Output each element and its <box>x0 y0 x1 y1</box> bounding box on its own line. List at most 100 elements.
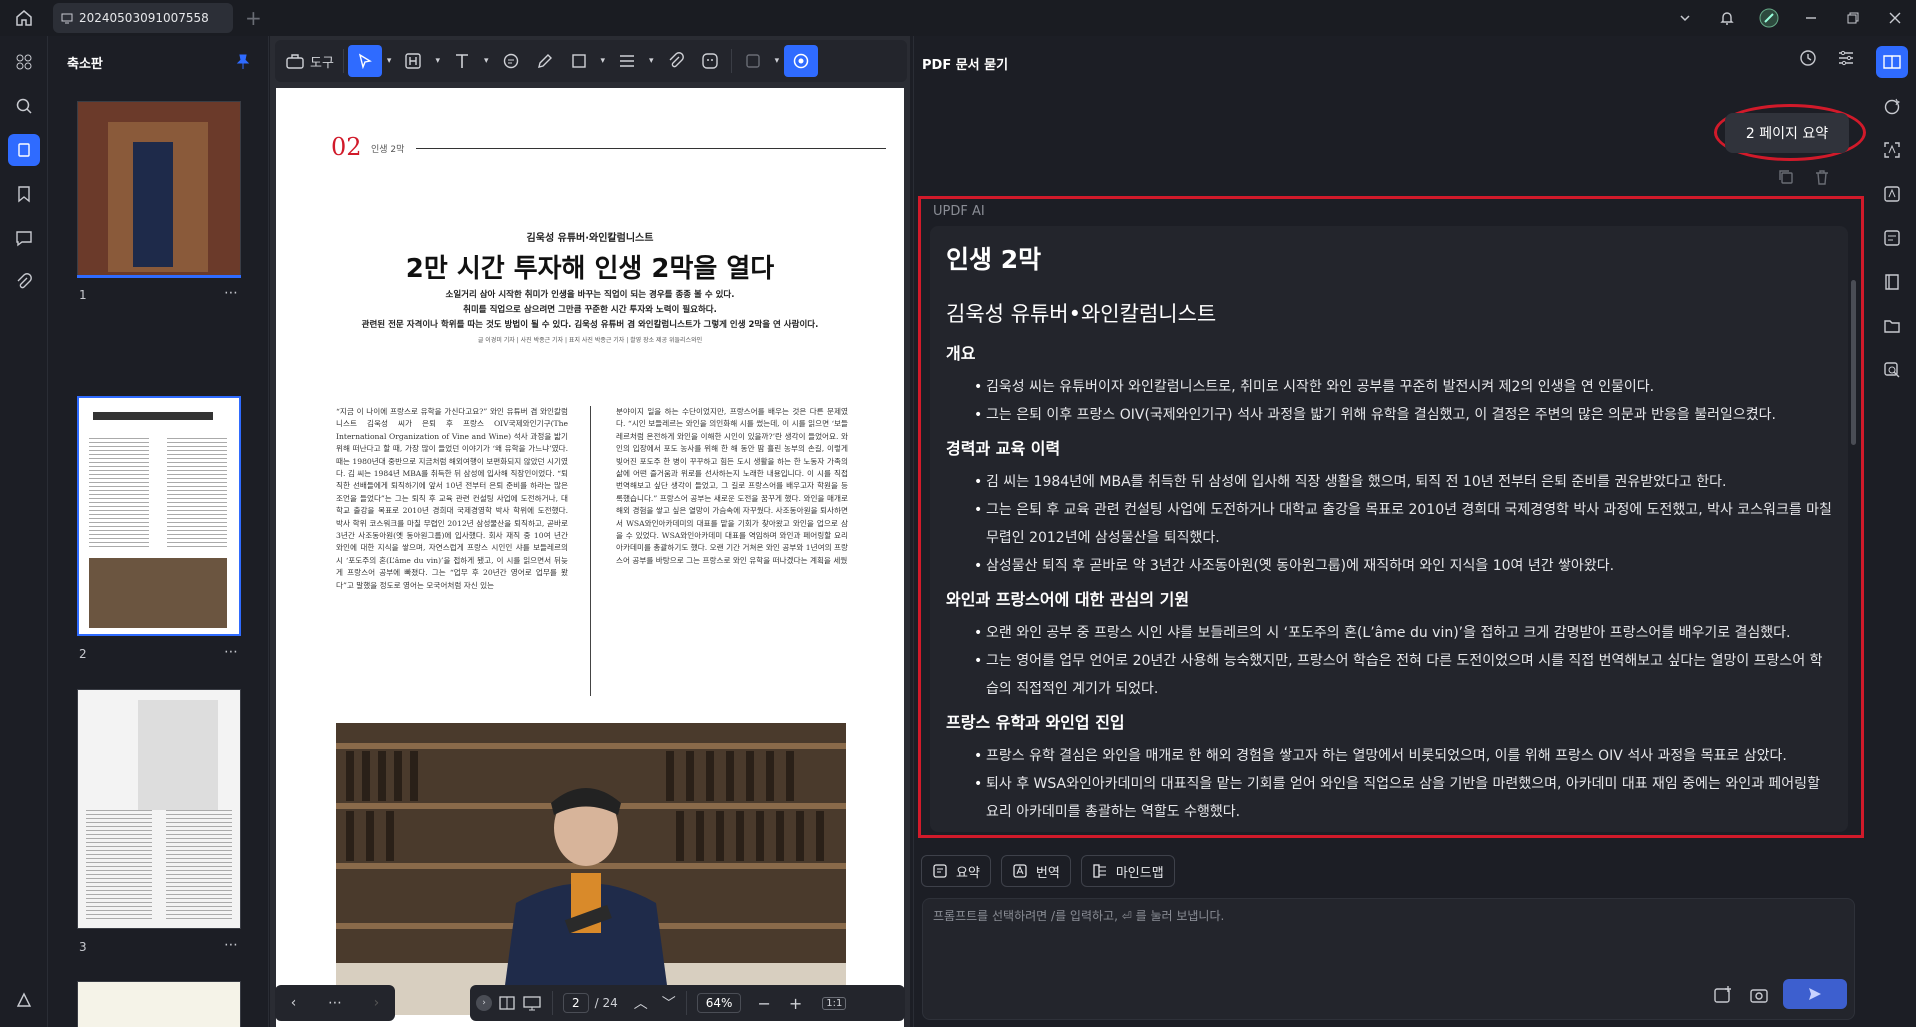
header-rule <box>416 148 886 149</box>
book-icon[interactable] <box>1868 260 1916 304</box>
right-sidebar <box>1868 36 1916 1027</box>
zoom-out-icon[interactable]: − <box>757 994 770 1013</box>
settings-sliders-icon[interactable] <box>1834 46 1858 70</box>
select-tool[interactable] <box>347 45 382 77</box>
trash-icon[interactable] <box>1813 168 1831 186</box>
history-icon[interactable] <box>1796 46 1820 70</box>
list-item: 오랜 와인 공부 중 프랑스 시인 샤를 보들레르의 시 ‘포도주의 혼(L’â… <box>974 619 1832 647</box>
summary-heading: 인생 2막 <box>946 245 1042 274</box>
page-number: 2 <box>79 647 87 661</box>
chevron-down-icon[interactable]: ▾ <box>382 45 397 77</box>
highlight-tool[interactable] <box>396 45 430 77</box>
edit-toolbar: 도구 ▾ ▾ ▾ ▾ ▾ ▾ <box>275 40 907 82</box>
pin-icon[interactable] <box>236 54 250 70</box>
document-tab[interactable]: 20240503091007558 <box>53 3 233 33</box>
bell-icon[interactable] <box>1706 0 1748 36</box>
translate-icon[interactable] <box>1868 172 1916 216</box>
prompt-input[interactable]: 프롬프트를 선택하려면 /를 입력하고, ⏎ 를 눌러 보냅니다. <box>922 898 1855 1020</box>
send-button[interactable] <box>1783 979 1847 1009</box>
pencil-icon <box>537 54 552 68</box>
save-icon <box>745 54 760 68</box>
more-options-icon[interactable]: ⋯ <box>224 937 239 953</box>
summary-subheading: 김욱성 유튜버•와인칼럼니스트 <box>946 302 1217 326</box>
image-upload-icon[interactable] <box>1713 985 1733 1005</box>
page-thumbnail-4[interactable] <box>77 981 241 1027</box>
presentation-icon[interactable] <box>522 995 542 1011</box>
page-total: / 24 <box>594 996 618 1010</box>
thumbnails-icon[interactable] <box>0 128 48 172</box>
list-item: 그는 은퇴 후 교육 관련 컨설팅 사업에 도전하거나 대학교 출강을 목표로 … <box>974 496 1832 552</box>
minimize-icon[interactable] <box>1790 0 1832 36</box>
chevron-right-icon[interactable]: › <box>374 995 380 1011</box>
ocr-icon[interactable] <box>1868 128 1916 172</box>
comment-tool[interactable] <box>494 45 528 77</box>
ai-sparkle-icon[interactable] <box>1868 84 1916 128</box>
chevron-down-icon[interactable]: ▾ <box>596 45 611 77</box>
more-options-icon[interactable]: ⋯ <box>328 995 342 1011</box>
send-icon <box>1809 988 1821 1000</box>
more-options-icon[interactable]: ⋯ <box>224 644 239 660</box>
chevron-left-icon[interactable]: ‹ <box>291 995 297 1011</box>
shape-tool[interactable] <box>562 45 596 77</box>
inspect-icon[interactable] <box>1868 348 1916 392</box>
translate-chip[interactable]: 번역 <box>1000 855 1071 887</box>
home-icon[interactable] <box>0 0 48 36</box>
list-item: 퇴사 후 WSA와인아카데미의 대표직을 맡는 기회를 얻어 와인을 직업으로 … <box>974 770 1832 826</box>
scrollbar[interactable] <box>1851 280 1856 445</box>
previous-page-icon[interactable]: ︿ <box>634 993 648 1013</box>
folder-icon[interactable] <box>1868 304 1916 348</box>
page-number-input[interactable]: 2 <box>563 993 589 1013</box>
page-thumbnail-2[interactable] <box>77 396 241 636</box>
summarize-icon <box>933 864 947 878</box>
add-tab-button[interactable]: + <box>245 6 262 30</box>
page-thumbnail-1[interactable] <box>77 101 241 276</box>
text-tool[interactable] <box>445 45 479 77</box>
copy-icon[interactable] <box>1777 168 1795 186</box>
chevron-down-icon[interactable] <box>1664 0 1706 36</box>
ai-chat-icon[interactable] <box>1868 40 1916 84</box>
ai-assistant-tool[interactable] <box>784 45 819 77</box>
summarize-chip[interactable]: 요약 <box>921 855 991 887</box>
mindmap-icon <box>1093 864 1106 878</box>
panel-title: PDF 문서 묻기 <box>922 58 1009 73</box>
collapse-icon[interactable]: › <box>476 995 492 1011</box>
list-item: 그는 은퇴 이후 프랑스 OIV(국제와인기구) 석사 과정을 밟기 위해 유학… <box>974 401 1832 429</box>
attach-tool[interactable] <box>659 45 693 77</box>
page-thumbnail-3[interactable] <box>77 689 241 929</box>
zoom-in-icon[interactable]: + <box>789 994 802 1013</box>
text-icon <box>455 54 468 68</box>
layers-icon[interactable] <box>0 978 48 1022</box>
attachment-icon[interactable] <box>0 260 48 304</box>
form-fill-icon[interactable] <box>1868 216 1916 260</box>
thumbnail-panel-title: 축소판 <box>67 56 103 72</box>
pdf-page: 02 인생 2막 김욱성 유튜버·와인칼럼니스트 2만 시간 투자해 인생 2막… <box>276 88 904 1027</box>
pencil-tool[interactable] <box>528 45 562 77</box>
chevron-down-icon[interactable]: ▾ <box>430 45 445 77</box>
more-options-icon[interactable]: ⋯ <box>224 285 239 301</box>
sticker-tool[interactable] <box>693 45 727 77</box>
close-icon[interactable] <box>1874 0 1916 36</box>
search-icon[interactable] <box>0 84 48 128</box>
form-tool[interactable] <box>610 45 644 77</box>
save-tool[interactable] <box>736 45 770 77</box>
zoom-level[interactable]: 64% <box>696 993 742 1013</box>
comment-icon[interactable] <box>0 216 48 260</box>
next-page-icon[interactable]: ﹀ <box>662 993 676 1013</box>
restore-icon[interactable] <box>1832 0 1874 36</box>
chevron-down-icon[interactable]: ▾ <box>479 45 494 77</box>
ai-response: 인생 2막 김욱성 유튜버•와인칼럼니스트 개요 김욱성 씨는 유튜버이자 와인… <box>930 226 1848 832</box>
chevron-down-icon[interactable]: ▾ <box>770 45 785 77</box>
bookmark-icon[interactable] <box>0 172 48 216</box>
page-layout-icon[interactable] <box>498 995 516 1011</box>
grid-icon[interactable] <box>0 40 48 84</box>
tools-button[interactable]: 도구 <box>281 45 339 77</box>
tab-title: 20240503091007558 <box>79 11 209 25</box>
avatar[interactable] <box>1748 0 1790 36</box>
actual-size-button[interactable]: 1:1 <box>822 996 847 1010</box>
page-summary-button[interactable]: 2 페이지 요약 <box>1725 113 1849 153</box>
left-sidebar <box>0 36 48 1027</box>
screenshot-icon[interactable] <box>1749 985 1769 1005</box>
mindmap-chip[interactable]: 마인드맵 <box>1080 855 1175 887</box>
ai-icon <box>793 53 809 69</box>
chevron-down-icon[interactable]: ▾ <box>644 45 659 77</box>
